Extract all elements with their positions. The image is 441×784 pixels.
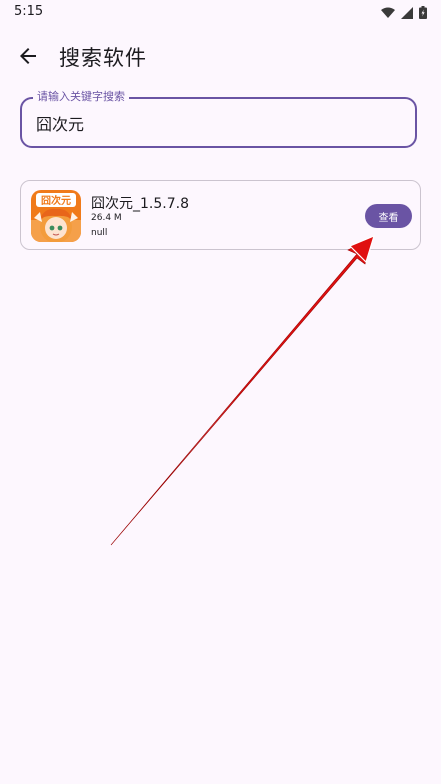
status-time: 5:15 <box>14 4 44 19</box>
app-bar: 搜索软件 <box>0 36 441 76</box>
search-label: 请输入关键字搜索 <box>33 90 129 104</box>
status-icons <box>381 6 427 19</box>
back-button[interactable] <box>16 44 40 68</box>
page-title: 搜索软件 <box>59 46 147 70</box>
status-bar: 5:15 <box>0 0 441 26</box>
arrow-left-icon <box>20 48 36 64</box>
search-input[interactable] <box>36 111 396 135</box>
app-name: 囧次元_1.5.7.8 <box>91 196 189 212</box>
arrow-shaft <box>110 237 373 546</box>
app-size: 26.4 M <box>91 213 122 223</box>
result-card[interactable]: 囧次元 囧次元_1.5.7.8 26.4 M null 查看 <box>20 180 421 250</box>
battery-icon <box>419 6 427 19</box>
anime-girl-icon: 囧次元 <box>31 190 81 242</box>
app-icon-text: 囧次元 <box>41 194 71 207</box>
search-field[interactable]: 请输入关键字搜索 <box>20 90 417 148</box>
app-icon: 囧次元 <box>31 190 81 242</box>
app-description: null <box>91 228 108 238</box>
view-button[interactable]: 查看 <box>365 204 412 228</box>
wifi-icon <box>381 7 395 18</box>
signal-icon <box>401 6 413 19</box>
